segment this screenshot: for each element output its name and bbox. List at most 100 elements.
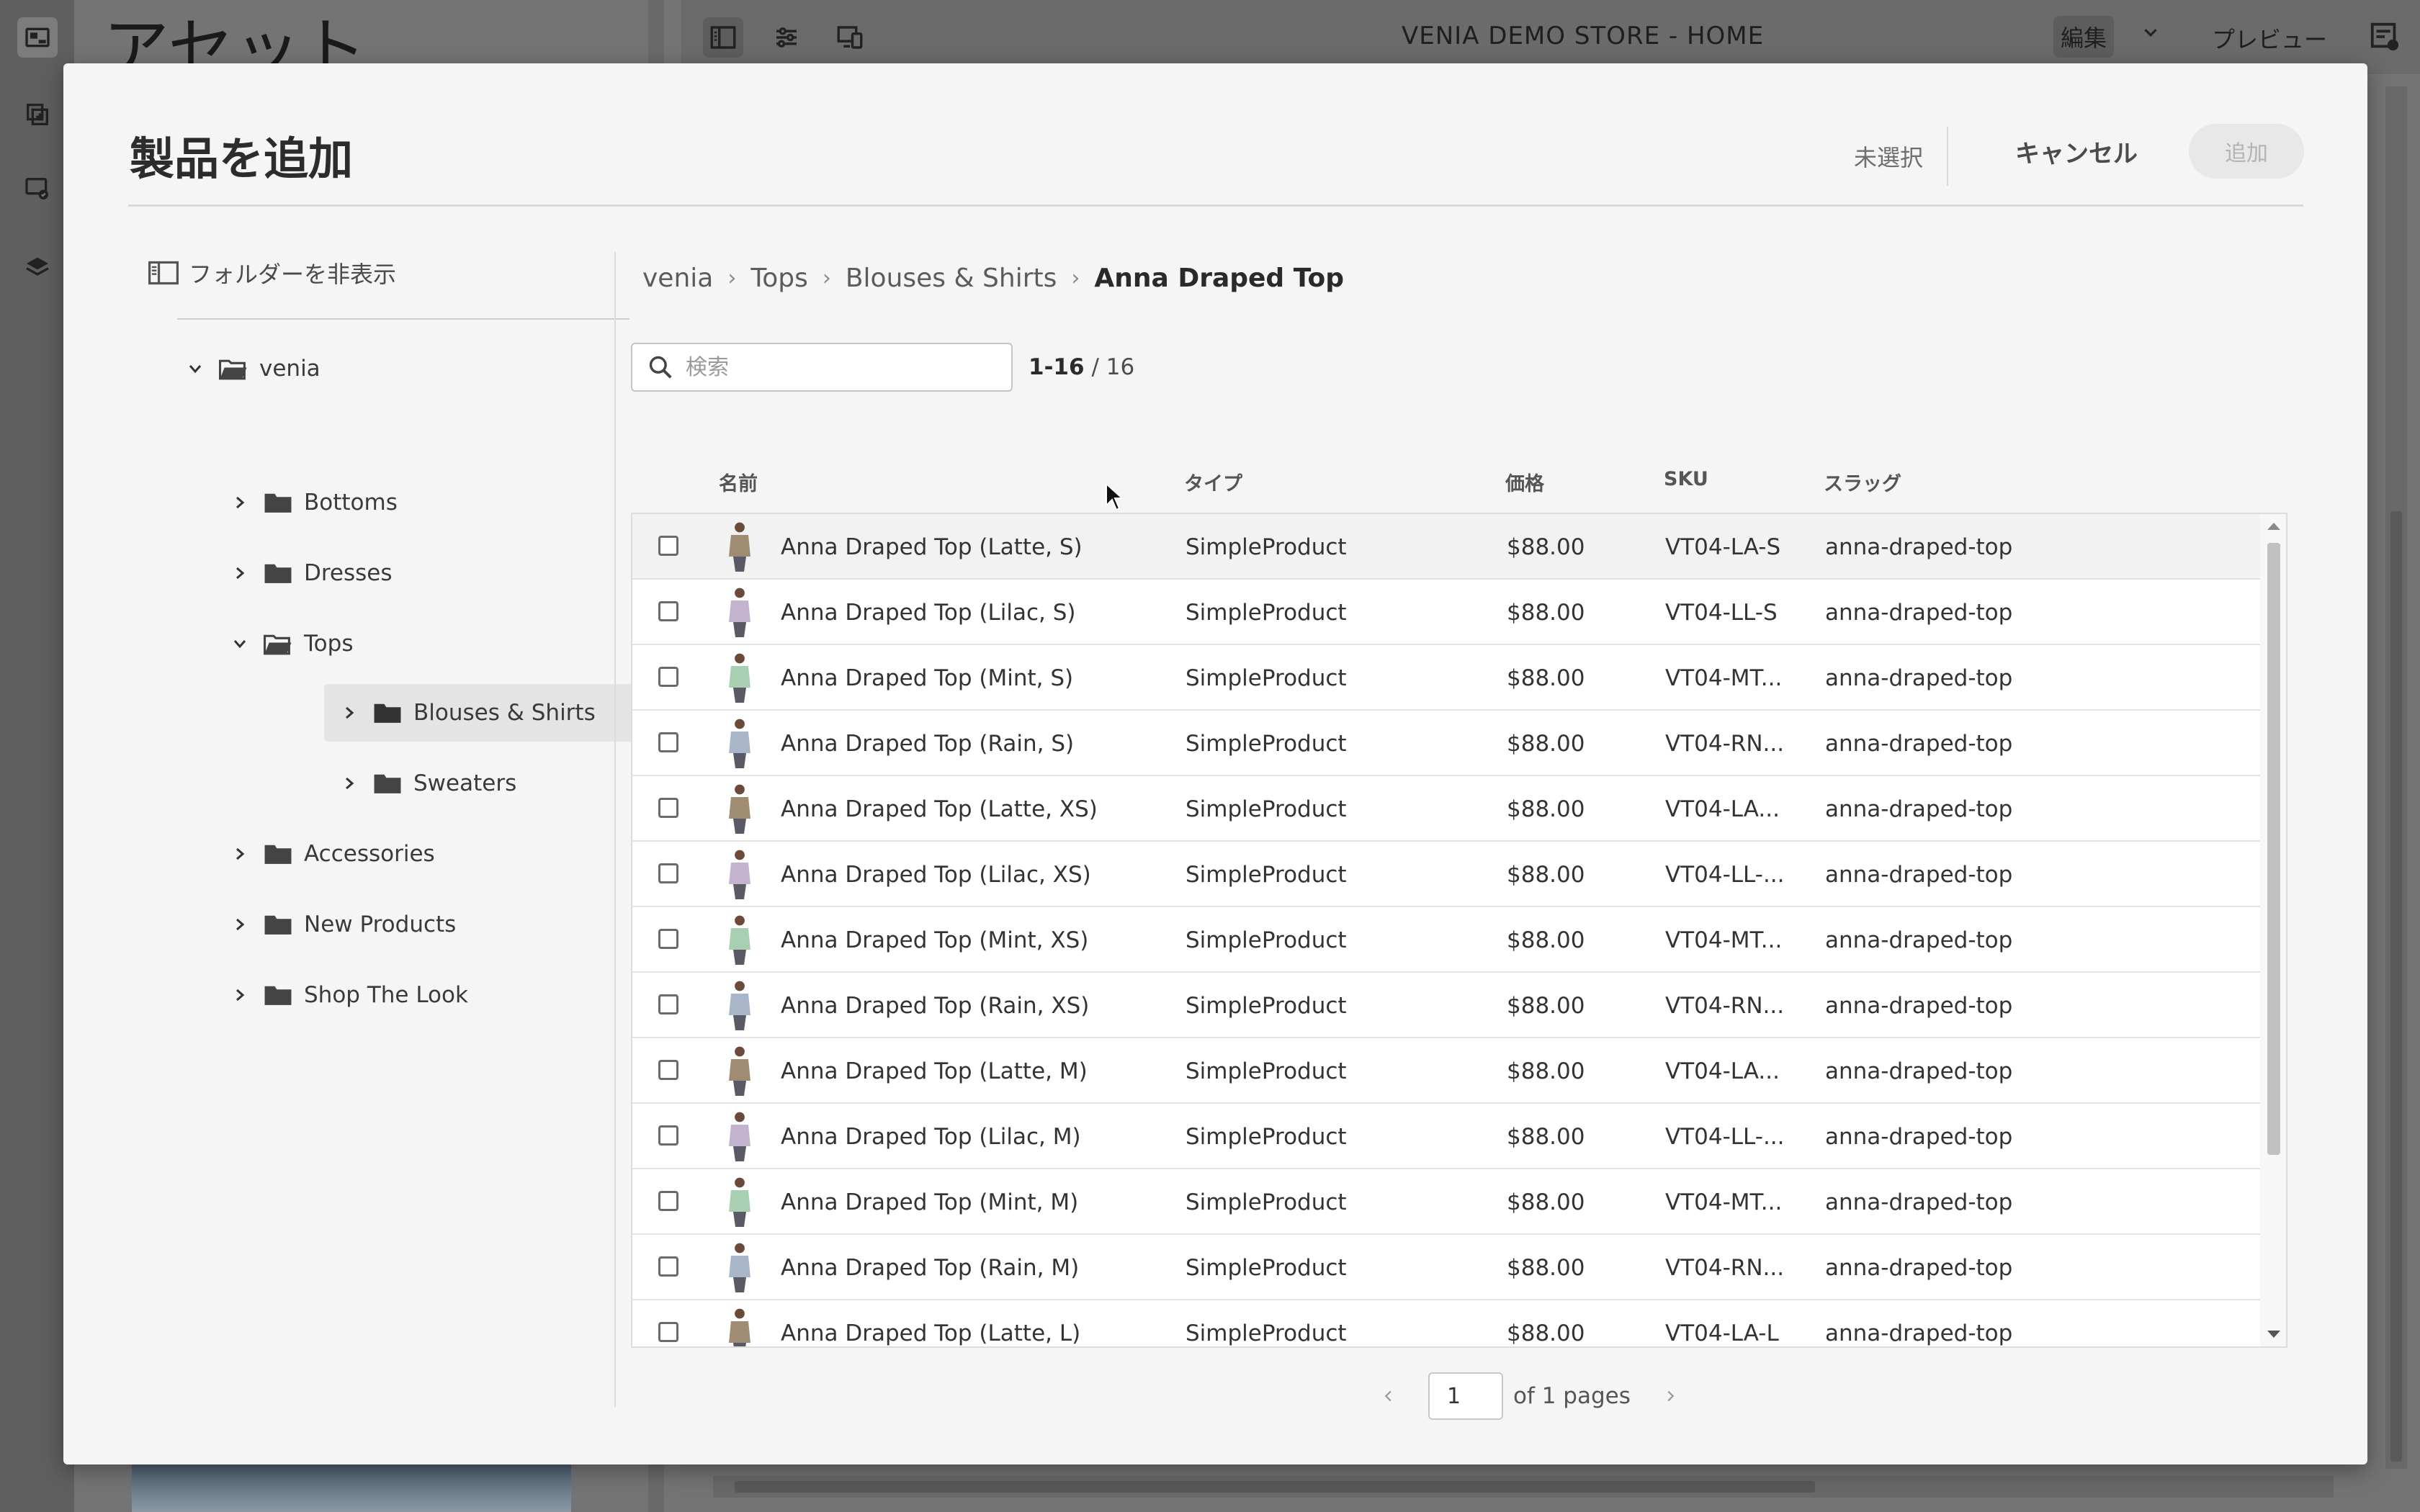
product-thumbnail <box>729 522 750 572</box>
folder-icon <box>264 986 292 1005</box>
chevron-right-icon[interactable] <box>229 492 251 513</box>
hide-folders-label: フォルダーを非表示 <box>189 261 397 288</box>
product-name: Anna Draped Top (Latte, M) <box>781 1058 1088 1084</box>
row-checkbox[interactable] <box>658 667 678 687</box>
table-row[interactable]: Anna Draped Top (Mint, XS) SimpleProduct $… <box>632 907 2262 973</box>
product-sku: VT04-MT... <box>1665 665 1783 691</box>
table-row[interactable]: Anna Draped Top (Mint, M) SimpleProduct $8… <box>632 1169 2262 1235</box>
row-checkbox[interactable] <box>658 536 678 556</box>
annotations-icon[interactable] <box>2368 20 2401 53</box>
next-page-icon[interactable] <box>1652 1378 1688 1414</box>
product-sku: VT04-RN... <box>1665 1255 1785 1281</box>
table-scrollbar[interactable] <box>2260 514 2286 1346</box>
components-icon[interactable] <box>17 94 58 135</box>
tree-node-sweaters[interactable]: Sweaters <box>339 755 516 812</box>
chevron-right-icon[interactable] <box>229 914 251 935</box>
table-row[interactable]: Anna Draped Top (Latte, M) SimpleProduct $… <box>632 1038 2262 1104</box>
tree-node-label: New Products <box>304 912 457 937</box>
tree-node-venia[interactable]: venia <box>184 340 321 397</box>
canvas-vertical-scrollbar[interactable] <box>2385 86 2407 1469</box>
product-type: SimpleProduct <box>1186 731 1347 757</box>
row-checkbox[interactable] <box>658 929 678 949</box>
hide-folders-button[interactable]: フォルダーを非表示 <box>148 256 396 289</box>
cancel-button[interactable]: キャンセル <box>2001 124 2152 179</box>
tree-node-blouses-shirts[interactable]: Blouses & Shirts <box>324 684 640 742</box>
table-row[interactable]: Anna Draped Top (Latte, S) SimpleProduct $… <box>632 514 2262 580</box>
table-row[interactable]: Anna Draped Top (Lilac, S) SimpleProduct $… <box>632 580 2262 645</box>
row-checkbox[interactable] <box>658 1060 678 1080</box>
asset-thumbnail[interactable] <box>132 1464 571 1512</box>
row-checkbox[interactable] <box>658 863 678 883</box>
page-properties-icon[interactable] <box>766 17 807 58</box>
emulator-icon[interactable] <box>830 17 870 58</box>
side-panel-toggle-icon[interactable] <box>703 17 743 58</box>
table-row[interactable]: Anna Draped Top (Lilac, M) SimpleProduct $… <box>632 1104 2262 1169</box>
tree-node-new-products[interactable]: New Products <box>229 896 456 953</box>
chevron-right-icon[interactable] <box>339 773 360 794</box>
row-checkbox[interactable] <box>658 1256 678 1277</box>
product-slug: anna-draped-top <box>1825 796 2013 822</box>
assets-icon[interactable] <box>17 17 58 58</box>
product-slug: anna-draped-top <box>1825 1255 2013 1281</box>
product-sku: VT04-MT... <box>1665 1189 1783 1215</box>
row-checkbox[interactable] <box>658 732 678 752</box>
product-thumbnail <box>729 1177 750 1227</box>
scroll-up-icon[interactable] <box>2267 523 2280 530</box>
chevron-right-icon[interactable] <box>229 562 251 584</box>
layers-icon[interactable] <box>17 247 58 287</box>
column-header-slug[interactable]: スラッグ <box>1824 468 1901 496</box>
chevron-down-icon[interactable] <box>229 633 251 654</box>
product-price: $88.00 <box>1507 1189 1585 1215</box>
product-price: $88.00 <box>1507 534 1585 560</box>
row-checkbox[interactable] <box>658 601 678 621</box>
scrollbar-thumb[interactable] <box>2267 543 2280 1155</box>
table-row[interactable]: Anna Draped Top (Rain, S) SimpleProduct $8… <box>632 711 2262 776</box>
product-thumbnail <box>729 850 750 899</box>
table-row[interactable]: Anna Draped Top (Latte, L) SimpleProduct $… <box>632 1300 2262 1346</box>
table-row[interactable]: Anna Draped Top (Latte, XS) SimpleProduct… <box>632 776 2262 842</box>
breadcrumb-item[interactable]: Blouses & Shirts <box>846 264 1057 293</box>
preview-button[interactable]: プレビュー <box>2212 22 2327 55</box>
column-header-name[interactable]: 名前 <box>719 468 758 496</box>
product-slug: anna-draped-top <box>1825 534 2013 560</box>
table-row[interactable]: Anna Draped Top (Rain, XS) SimpleProduct $… <box>632 973 2262 1038</box>
breadcrumb-item[interactable]: venia <box>642 264 713 293</box>
tree-node-accessories[interactable]: Accessories <box>229 825 435 883</box>
mode-chevron-down-icon[interactable] <box>2140 22 2161 49</box>
row-checkbox[interactable] <box>658 1191 678 1211</box>
tree-node-tops[interactable]: Tops <box>229 615 353 672</box>
table-row[interactable]: Anna Draped Top (Lilac, XS) SimpleProduct… <box>632 842 2262 907</box>
chevron-down-icon[interactable] <box>184 358 206 379</box>
content-tree-icon[interactable] <box>17 168 58 209</box>
tree-node-dresses[interactable]: Dresses <box>229 544 393 602</box>
breadcrumb: venia › Tops › Blouses & Shirts › Anna D… <box>642 264 1344 293</box>
add-button[interactable]: 追加 <box>2189 124 2304 179</box>
row-checkbox[interactable] <box>658 1125 678 1146</box>
page-number-input[interactable] <box>1428 1372 1503 1420</box>
table-row[interactable]: Anna Draped Top (Mint, S) SimpleProduct $8… <box>632 645 2262 711</box>
previous-page-icon[interactable] <box>1371 1378 1407 1414</box>
row-checkbox[interactable] <box>658 1322 678 1342</box>
chevron-right-icon[interactable] <box>229 984 251 1006</box>
edit-mode-button[interactable]: 編集 <box>2053 16 2114 58</box>
search-input[interactable] <box>684 354 990 381</box>
tree-node-label: Accessories <box>304 841 435 867</box>
column-header-price[interactable]: 価格 <box>1505 468 1544 496</box>
product-price: $88.00 <box>1507 796 1585 822</box>
column-header-sku[interactable]: SKU <box>1664 468 1708 490</box>
row-checkbox[interactable] <box>658 994 678 1014</box>
chevron-right-icon[interactable] <box>229 843 251 865</box>
breadcrumb-item[interactable]: Tops <box>750 264 808 293</box>
product-slug: anna-draped-top <box>1825 731 2013 757</box>
column-header-type[interactable]: タイプ <box>1184 468 1242 496</box>
product-thumbnail <box>729 784 750 834</box>
tree-node-bottoms[interactable]: Bottoms <box>229 474 398 531</box>
panel-toggle-icon <box>148 261 179 285</box>
canvas-horizontal-scrollbar[interactable] <box>713 1476 2334 1498</box>
search-icon <box>649 356 672 379</box>
scroll-down-icon[interactable] <box>2267 1331 2280 1338</box>
chevron-right-icon[interactable] <box>339 702 360 724</box>
table-row[interactable]: Anna Draped Top (Rain, M) SimpleProduct $8… <box>632 1235 2262 1300</box>
tree-node-shop-the-look[interactable]: Shop The Look <box>229 966 468 1024</box>
row-checkbox[interactable] <box>658 798 678 818</box>
